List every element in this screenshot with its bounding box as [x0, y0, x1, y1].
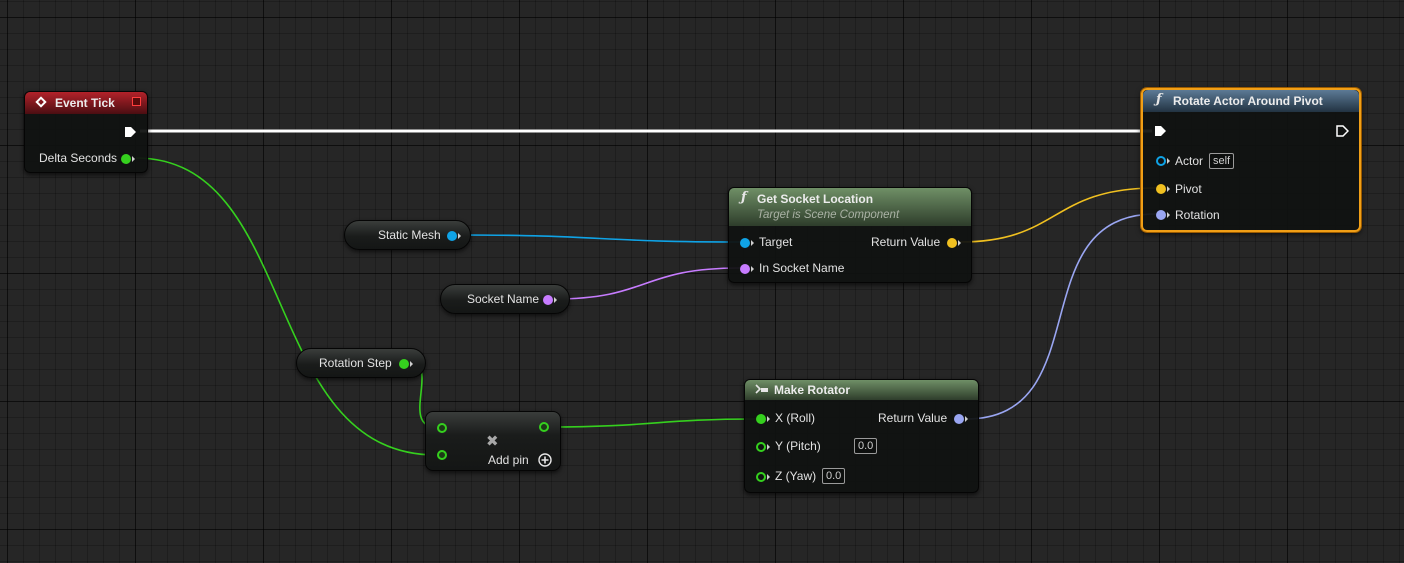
- add-pin-label: Add pin: [488, 453, 529, 467]
- pivot-label: Pivot: [1175, 182, 1202, 196]
- pivot-arrow: [1167, 186, 1170, 192]
- rotate-actor-title: Rotate Actor Around Pivot: [1173, 94, 1323, 108]
- rotator-return-value-label: Return Value: [878, 411, 948, 425]
- x-roll-label: X (Roll): [775, 411, 816, 425]
- actor-arrow: [1167, 158, 1170, 164]
- actor-default-value[interactable]: self: [1209, 153, 1235, 169]
- y-pitch-value[interactable]: 0.0: [854, 438, 878, 454]
- function-icon: ƒ: [741, 190, 747, 205]
- in-socket-name-pin[interactable]: [740, 264, 750, 274]
- wire-layer: [135, 129, 1157, 456]
- wire-delta-seconds-to-multiply[interactable]: [135, 157, 437, 456]
- rotator-return-value-arrow: [965, 416, 968, 422]
- add-pin-icon[interactable]: [538, 453, 552, 467]
- static-mesh-label: Static Mesh: [378, 228, 441, 242]
- y-pitch-pin[interactable]: [756, 442, 766, 452]
- target-pin[interactable]: [740, 238, 750, 248]
- socket-name-label: Socket Name: [467, 292, 540, 306]
- return-value-pin[interactable]: [947, 238, 957, 248]
- delta-seconds-label: Delta Seconds: [39, 151, 118, 165]
- z-yaw-value[interactable]: 0.0: [822, 468, 846, 484]
- rotation-pin[interactable]: [1156, 210, 1166, 220]
- socket-name-pin[interactable]: [543, 295, 553, 305]
- rotate-actor-around-pivot-node[interactable]: ƒ Rotate Actor Around Pivot Actor self P…: [1141, 88, 1361, 232]
- event-tick-title: Event Tick: [55, 96, 115, 110]
- get-socket-location-node[interactable]: ƒ Get Socket Location Target is Scene Co…: [728, 187, 972, 283]
- make-rotator-node[interactable]: Make Rotator X (Roll) Y (Pitch) 0.0 Z (Y…: [744, 379, 979, 493]
- actor-label: Actor: [1175, 154, 1204, 168]
- multiply-output-pin[interactable]: [539, 422, 549, 432]
- rotation-arrow: [1167, 212, 1170, 218]
- rotate-actor-header[interactable]: ƒ Rotate Actor Around Pivot: [1143, 90, 1359, 112]
- multiply-input-a-pin[interactable]: [437, 423, 447, 433]
- in-socket-name-label: In Socket Name: [759, 261, 845, 275]
- multiply-icon: ✖: [486, 433, 499, 450]
- delta-seconds-arrow: [132, 156, 135, 162]
- y-pitch-label: Y (Pitch): [775, 439, 821, 453]
- rotation-step-arrow: [410, 361, 413, 367]
- z-yaw-pin[interactable]: [756, 472, 766, 482]
- event-tick-header[interactable]: Event Tick: [25, 92, 147, 114]
- wire-socket-name-to-in-socket[interactable]: [553, 267, 741, 300]
- delta-seconds-pin[interactable]: [121, 154, 131, 164]
- z-yaw-label: Z (Yaw): [775, 469, 817, 483]
- pivot-pin[interactable]: [1156, 184, 1166, 194]
- wire-location-to-pivot[interactable]: [959, 187, 1157, 243]
- exec-in-pin[interactable]: [1154, 125, 1167, 137]
- y-pitch-arrow: [767, 444, 770, 450]
- get-socket-location-subtitle: Target is Scene Component: [757, 209, 900, 221]
- z-yaw-arrow: [767, 474, 770, 480]
- wire-static-mesh-to-target[interactable]: [458, 234, 741, 243]
- exec-out-pin[interactable]: [124, 126, 137, 138]
- return-value-arrow: [958, 240, 961, 246]
- return-value-label: Return Value: [871, 235, 941, 249]
- static-mesh-pin[interactable]: [447, 231, 457, 241]
- rotation-step-pin[interactable]: [399, 359, 409, 369]
- target-arrow: [751, 240, 754, 246]
- target-label: Target: [759, 235, 793, 249]
- make-rotator-title: Make Rotator: [774, 383, 851, 397]
- get-socket-location-title: Get Socket Location: [757, 192, 874, 206]
- rotation-label: Rotation: [1175, 208, 1220, 222]
- wire-rotator-to-rotation[interactable]: [965, 213, 1157, 420]
- x-roll-pin[interactable]: [756, 414, 766, 424]
- get-socket-location-header[interactable]: ƒ Get Socket Location Target is Scene Co…: [729, 188, 971, 226]
- wire-multiply-to-roll[interactable]: [549, 418, 757, 428]
- event-icon: [35, 96, 47, 108]
- function-icon: ƒ: [1156, 92, 1162, 107]
- static-mesh-variable[interactable]: Static Mesh: [344, 220, 471, 250]
- static-mesh-arrow: [458, 233, 461, 239]
- in-socket-name-arrow: [751, 266, 754, 272]
- make-struct-icon: [755, 384, 768, 394]
- rotator-return-value-pin[interactable]: [954, 414, 964, 424]
- socket-name-variable[interactable]: Socket Name: [440, 284, 570, 314]
- actor-pin[interactable]: [1156, 156, 1166, 166]
- exec-out-pin[interactable]: [1336, 125, 1349, 137]
- multiply-input-b-pin[interactable]: [437, 450, 447, 460]
- socket-name-arrow: [554, 297, 557, 303]
- rotation-step-label: Rotation Step: [319, 356, 392, 370]
- multiply-node[interactable]: ✖ Add pin: [425, 411, 561, 471]
- x-roll-arrow: [767, 416, 770, 422]
- make-rotator-header[interactable]: Make Rotator: [745, 380, 978, 400]
- rotation-step-variable[interactable]: Rotation Step: [296, 348, 426, 378]
- event-tick-node[interactable]: Event Tick Delta Seconds: [24, 91, 148, 173]
- stop-icon: [132, 97, 141, 106]
